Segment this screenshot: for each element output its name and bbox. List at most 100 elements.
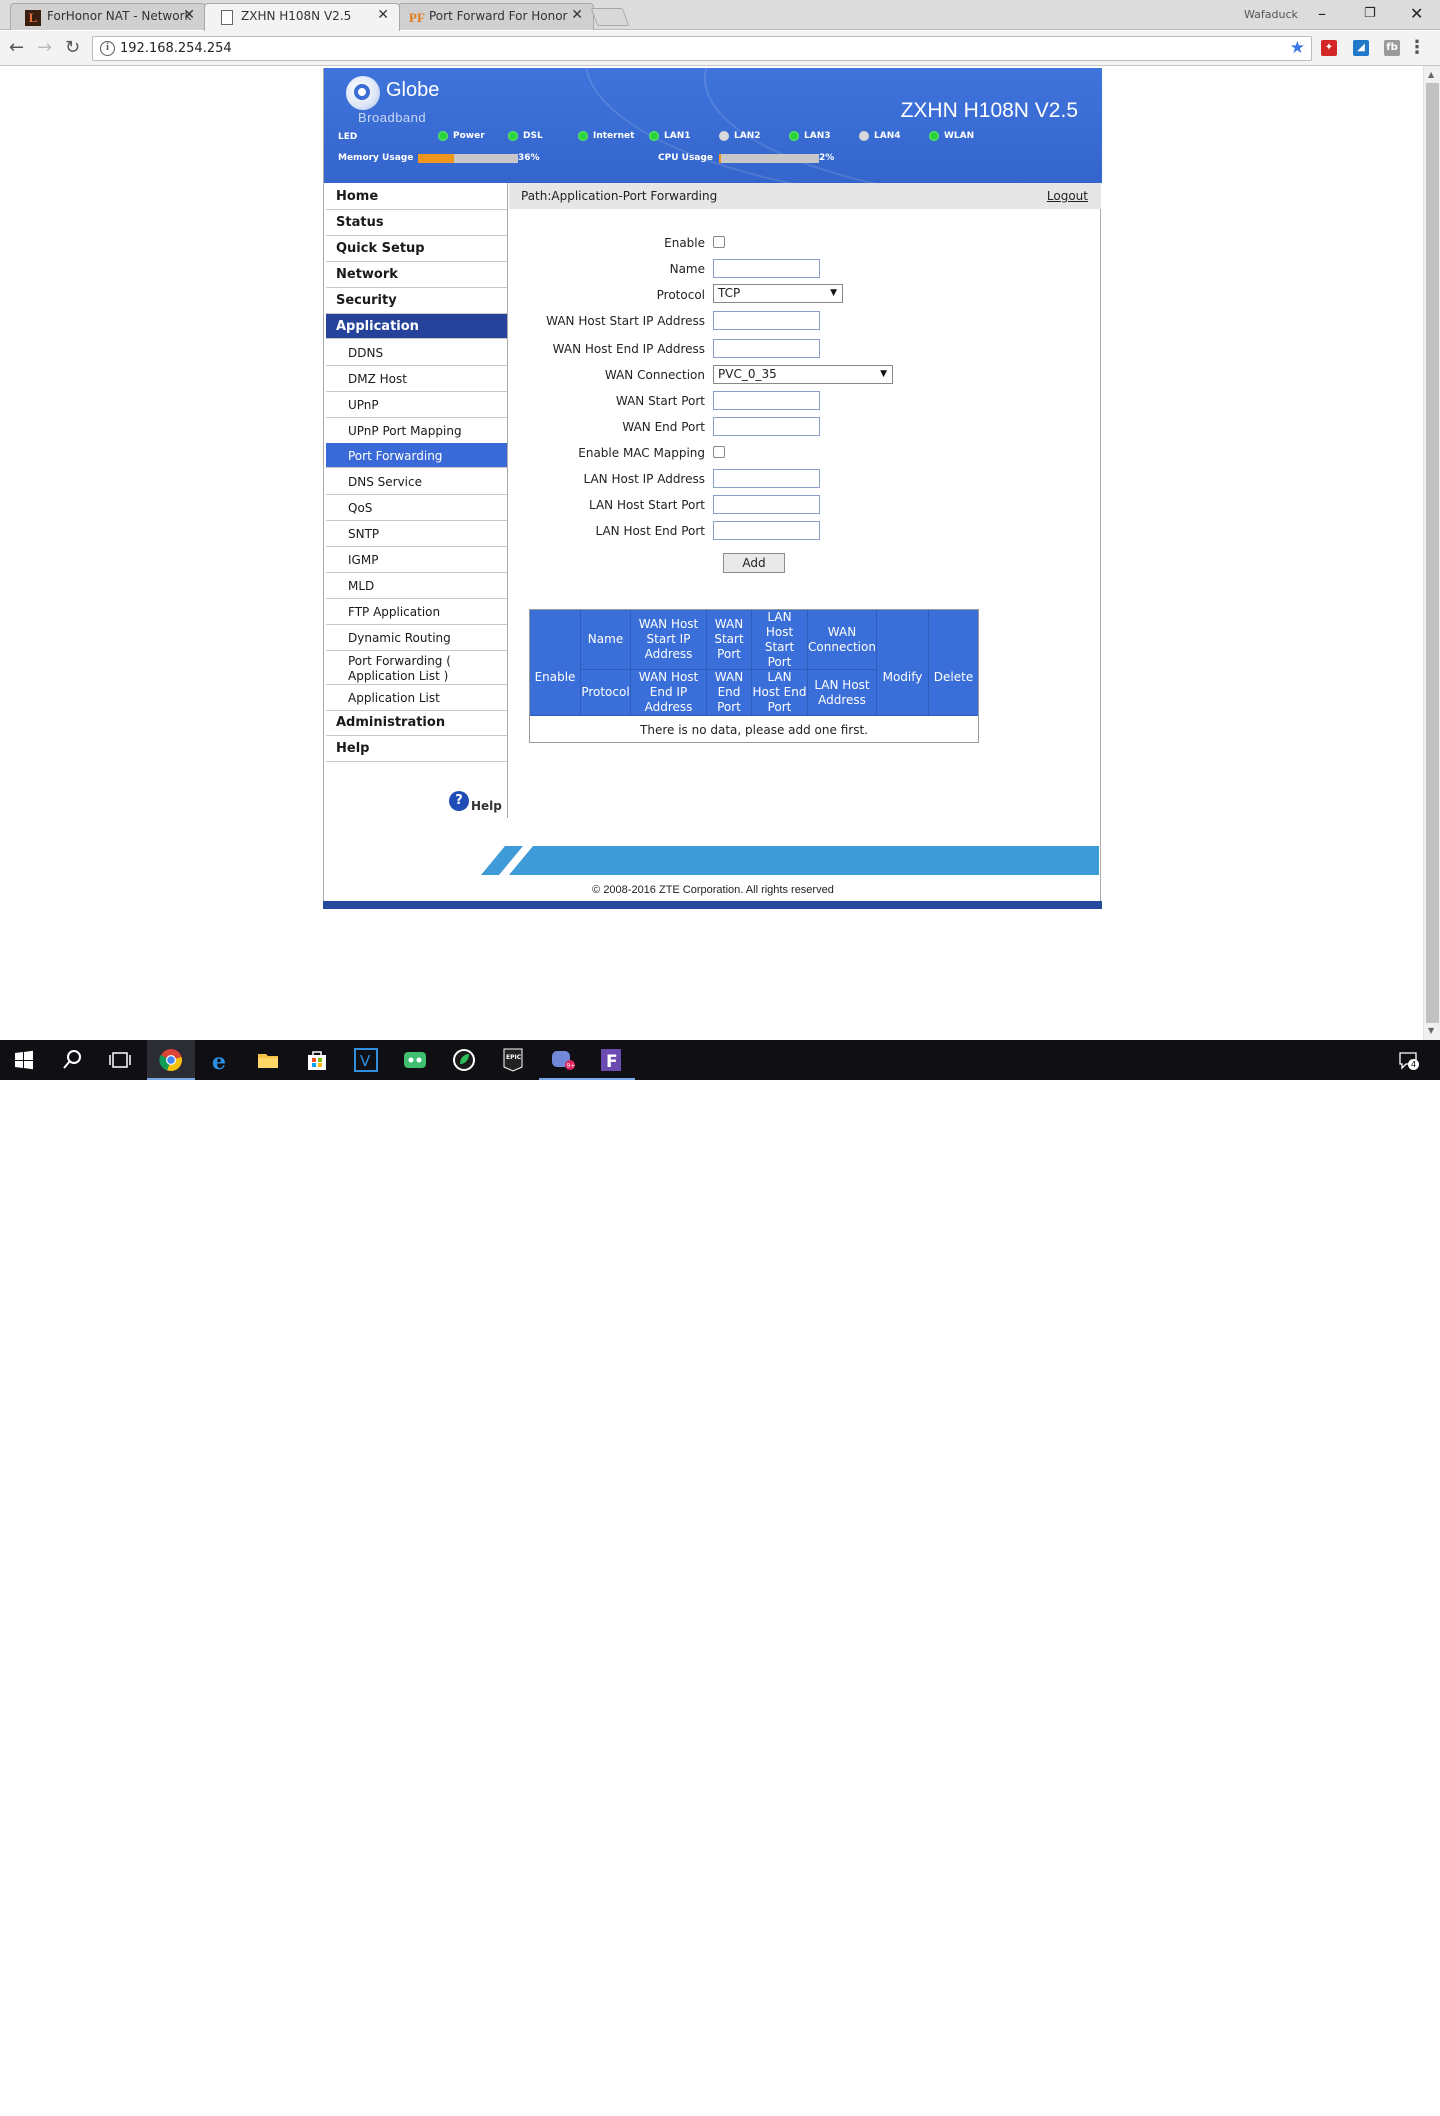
taskbar-app-green[interactable] — [391, 1040, 439, 1080]
taskbar-discord[interactable]: 9+ — [539, 1040, 587, 1080]
add-button[interactable]: Add — [723, 553, 785, 573]
profile-name[interactable]: Wafaduck — [1244, 8, 1298, 21]
extension-red-icon[interactable]: ✦ — [1321, 40, 1337, 56]
wan-start-port-label: WAN Start Port — [615, 394, 705, 408]
enable-label: Enable — [664, 236, 705, 250]
tab-port-forward[interactable]: PF Port Forward For Honor ✕ — [398, 3, 594, 30]
pen-icon[interactable]: ✎ — [1298, 2090, 1309, 2105]
sidebar-item-dynamic-routing[interactable]: Dynamic Routing — [326, 625, 507, 651]
tab-zxhn[interactable]: ZXHN H108N V2.5 ✕ — [204, 3, 400, 31]
network-icon[interactable]: ▭ — [1247, 2090, 1259, 2105]
table-header-lan-host-address: LAN Host Address — [808, 670, 877, 716]
taskbar-vegas[interactable]: V — [342, 1040, 390, 1080]
sidebar-item-dns-service[interactable]: DNS Service — [326, 469, 507, 495]
wan-start-port-input[interactable] — [713, 391, 820, 410]
taskbar-fortnite[interactable]: F — [587, 1040, 635, 1080]
tab-forhonor-nat[interactable]: L ForHonor NAT - Network ✕ — [10, 3, 206, 30]
sidebar-item-home[interactable]: Home — [326, 184, 507, 210]
extension-blue-icon[interactable]: ◢ — [1353, 40, 1369, 56]
sidebar-item-dmz-host[interactable]: DMZ Host — [326, 366, 507, 392]
memory-usage-label: Memory Usage — [338, 153, 414, 163]
wan-host-end-ip-input[interactable] — [713, 339, 820, 358]
enable-checkbox[interactable] — [713, 236, 725, 248]
taskbar-app-leaf[interactable] — [440, 1040, 488, 1080]
close-tab-icon[interactable]: ✕ — [377, 7, 389, 23]
sidebar-item-port-forwarding-app-list[interactable]: Port Forwarding ( Application List ) — [326, 651, 507, 685]
extension-fb-icon[interactable]: fb — [1384, 40, 1400, 56]
new-tab-button[interactable] — [590, 8, 630, 26]
sidebar-item-sntp[interactable]: SNTP — [326, 521, 507, 547]
lan-host-start-port-input[interactable] — [713, 495, 820, 514]
wan-end-port-input[interactable] — [713, 417, 820, 436]
notification-count: 4 — [1408, 1059, 1419, 1070]
info-icon[interactable]: i — [100, 41, 115, 56]
help-question-icon[interactable]: ? — [449, 791, 469, 811]
show-hidden-icons-icon[interactable]: ⌃ — [1224, 2090, 1235, 2105]
taskbar-chrome[interactable] — [147, 1040, 195, 1080]
sidebar-item-qos[interactable]: QoS — [326, 495, 507, 521]
sidebar-item-upnp[interactable]: UPnP — [326, 392, 507, 418]
lan-host-end-port-input[interactable] — [713, 521, 820, 540]
bookmark-star-icon[interactable]: ★ — [1290, 38, 1305, 58]
enable-mac-mapping-checkbox[interactable] — [713, 446, 725, 458]
scroll-down-icon[interactable]: ▼ — [1428, 1026, 1434, 1035]
action-center-button[interactable]: 4 — [1398, 1050, 1419, 1070]
close-window-icon[interactable]: ✕ — [1410, 4, 1423, 23]
wan-connection-select[interactable]: PVC_0_35 ▼ — [713, 365, 893, 384]
task-view-button[interactable] — [96, 1040, 144, 1080]
browser-toolbar: ← → ↻ i 192.168.254.254 ★ ✦ ◢ fb ⋮ — [0, 31, 1440, 66]
sidebar-item-quick-setup[interactable]: Quick Setup — [326, 236, 507, 262]
forward-icon[interactable]: → — [37, 37, 52, 58]
dropdown-arrow-icon: ▼ — [880, 369, 887, 379]
sidebar-item-status[interactable]: Status — [326, 210, 507, 236]
close-tab-icon[interactable]: ✕ — [183, 7, 195, 23]
url-text[interactable]: 192.168.254.254 — [120, 41, 232, 56]
back-icon[interactable]: ← — [9, 37, 24, 58]
volume-icon[interactable]: ♪ — [1270, 2090, 1278, 2105]
sidebar-item-ftp-application[interactable]: FTP Application — [326, 599, 507, 625]
help-link[interactable]: Help — [471, 799, 502, 813]
sidebar-item-mld[interactable]: MLD — [326, 573, 507, 599]
lan-host-ip-input[interactable] — [713, 469, 820, 488]
start-button[interactable] — [0, 1040, 48, 1080]
sidebar-item-port-forwarding[interactable]: Port Forwarding — [326, 443, 507, 468]
sidebar-item-application-list[interactable]: Application List — [326, 685, 507, 711]
scroll-up-icon[interactable]: ▲ — [1428, 70, 1434, 79]
search-button[interactable] — [48, 1040, 96, 1080]
protocol-select[interactable]: TCP ▼ — [713, 284, 843, 303]
browser-menu-icon[interactable]: ⋮ — [1408, 37, 1426, 58]
led-label-text: LAN2 — [734, 131, 761, 141]
scroll-thumb[interactable] — [1426, 83, 1439, 1023]
led-label-text: Power — [453, 131, 485, 141]
logout-link[interactable]: Logout — [1047, 189, 1088, 203]
page-scrollbar[interactable]: ▲ ▼ — [1423, 66, 1440, 1040]
clock[interactable]: 1:13 PM 6/23/2018 — [1322, 2084, 1392, 2116]
sidebar-item-security[interactable]: Security — [326, 288, 507, 314]
taskbar-epic-games[interactable]: EPIC — [489, 1040, 537, 1080]
taskbar-edge[interactable]: e — [196, 1040, 244, 1080]
cpu-usage-bar — [719, 154, 819, 163]
brand-name: Globe — [386, 79, 440, 101]
port-forwarding-table: Enable Name WAN Host Start IP Address WA… — [529, 609, 979, 743]
sidebar-item-application[interactable]: Application — [326, 314, 507, 339]
sidebar-item-ddns[interactable]: DDNS — [326, 340, 507, 366]
address-bar[interactable]: i 192.168.254.254 ★ — [92, 36, 1312, 61]
taskbar-file-explorer[interactable] — [244, 1040, 292, 1080]
reload-icon[interactable]: ↻ — [65, 37, 80, 58]
led-label: LED — [338, 132, 358, 142]
wan-host-start-ip-input[interactable] — [713, 311, 820, 330]
sidebar-item-network[interactable]: Network — [326, 262, 507, 288]
sidebar-item-administration[interactable]: Administration — [326, 710, 507, 736]
minimize-icon[interactable]: – — [1318, 4, 1326, 23]
restore-icon[interactable]: ❐ — [1364, 6, 1376, 21]
people-icon[interactable]: ⚇ — [1187, 2090, 1199, 2105]
sidebar-item-help[interactable]: Help — [326, 736, 507, 762]
close-tab-icon[interactable]: ✕ — [571, 7, 583, 23]
leaf-app-icon — [453, 1049, 475, 1071]
led-status-icon — [859, 131, 869, 141]
name-input[interactable] — [713, 259, 820, 278]
sidebar-item-igmp[interactable]: IGMP — [326, 547, 507, 573]
taskbar-store[interactable] — [293, 1040, 341, 1080]
table-header-delete: Delete — [929, 610, 978, 716]
sidebar-item-upnp-port-mapping[interactable]: UPnP Port Mapping — [326, 418, 507, 444]
